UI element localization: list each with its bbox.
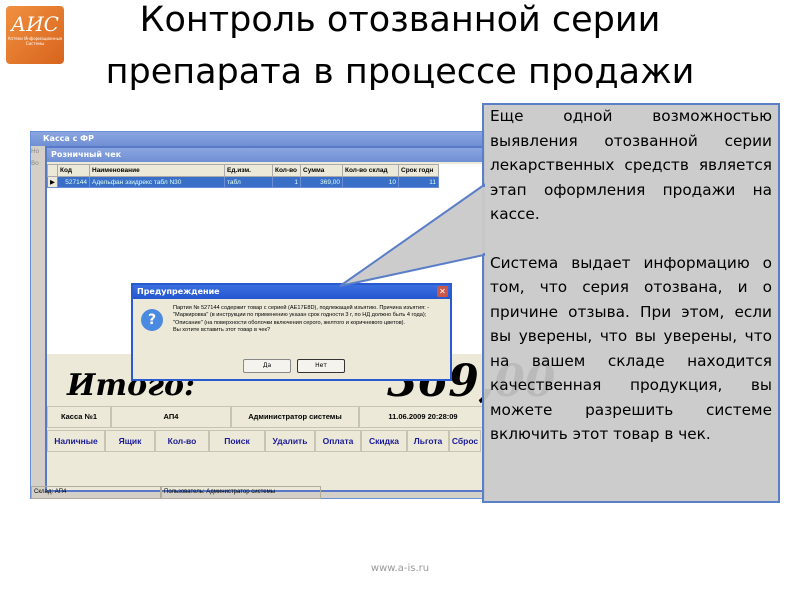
discount-button[interactable]: Скидка xyxy=(361,430,407,452)
col-header[interactable]: Ед.изм. xyxy=(224,164,273,177)
no-button[interactable]: Нет xyxy=(297,359,345,373)
dialog-question: Вы хотите вставить этот товар в чек? xyxy=(173,326,271,333)
dialog-message: Партия № 527144 содержит товар с серией … xyxy=(173,305,448,334)
info-cell: Касса №1 xyxy=(47,406,111,428)
menu-item[interactable]: Во xyxy=(31,160,39,167)
col-header[interactable]: Кол-во xyxy=(272,164,301,177)
cell: 11 xyxy=(398,176,439,188)
cell: 369,00 xyxy=(300,176,343,188)
receipt-titlebar: Розничный чек xyxy=(47,148,483,162)
warning-dialog: Предупреждение ✕ ? Партия № 527144 содер… xyxy=(131,283,452,381)
row-pointer-icon: ▶ xyxy=(47,176,58,188)
dialog-titlebar: Предупреждение xyxy=(133,285,450,299)
cell: 527144 xyxy=(57,176,90,188)
benefit-button[interactable]: Льгота xyxy=(407,430,449,452)
callout-paragraph: Система выдает информацию о том, что сер… xyxy=(490,253,772,444)
delete-button[interactable]: Удалить xyxy=(265,430,315,452)
yes-button[interactable]: Да xyxy=(243,359,291,373)
col-header[interactable]: Наименование xyxy=(89,164,225,177)
col-header[interactable]: Код xyxy=(57,164,90,177)
receipt-table: Код Наименование Ед.изм. Кол-во Сумма Кол-во … xyxy=(47,164,439,188)
quantity-button[interactable]: Кол-во xyxy=(155,430,209,452)
cell: 10 xyxy=(342,176,399,188)
status-bar: Склад: АП4 Пользователь: Администратор си… xyxy=(31,486,486,499)
col-header[interactable]: Срок годн xyxy=(398,164,439,177)
status-warehouse: Склад: АП4 xyxy=(31,486,161,499)
logo-text: АИС xyxy=(11,12,59,36)
callout-text: Еще одной возможностью выявления отозван… xyxy=(490,104,772,471)
info-cell: 11.06.2009 20:28:09 xyxy=(359,406,487,428)
search-button[interactable]: Поиск xyxy=(209,430,265,452)
menu-item[interactable]: Но xyxy=(31,148,39,155)
col-header[interactable]: Кол-во склад xyxy=(342,164,399,177)
close-icon[interactable]: ✕ xyxy=(437,286,448,297)
table-row[interactable]: ▶ 527144 Адельфан эзидрекс табл N30 табл 1 36… xyxy=(47,176,439,188)
info-cell: АП4 xyxy=(111,406,231,428)
col-header[interactable]: Сумма xyxy=(300,164,343,177)
callout-paragraph: Еще одной возможностью выявления отозван… xyxy=(490,107,772,223)
cell: 1 xyxy=(272,176,301,188)
info-bar: Касса №1 АП4 Администратор системы 11.06.20… xyxy=(47,406,487,428)
cell: табл xyxy=(224,176,273,188)
question-icon: ? xyxy=(141,309,163,331)
status-user: Пользователь: Администратор системы xyxy=(161,486,321,499)
dialog-text: Партия № 527144 содержит товар с серией … xyxy=(173,305,430,326)
footer-url: www.a-is.ru xyxy=(370,563,430,574)
logo: АИС Аптеки Информационные Системы xyxy=(6,6,64,64)
info-cell: Администратор системы xyxy=(231,406,359,428)
reset-button[interactable]: Сброс xyxy=(449,430,481,452)
window-titlebar: Касса с ФР xyxy=(31,132,484,146)
action-bar: Наличные Ящик Кол-во Поиск Удалить Оплата Скид… xyxy=(47,430,481,452)
slide-title: Контроль отозванной серии препарата в пр… xyxy=(105,0,695,92)
cash-button[interactable]: Наличные xyxy=(47,430,105,452)
logo-subtitle: Аптеки Информационные Системы xyxy=(7,36,63,46)
drawer-button[interactable]: Ящик xyxy=(105,430,155,452)
payment-button[interactable]: Оплата xyxy=(315,430,361,452)
cell: Адельфан эзидрекс табл N30 xyxy=(89,176,225,188)
